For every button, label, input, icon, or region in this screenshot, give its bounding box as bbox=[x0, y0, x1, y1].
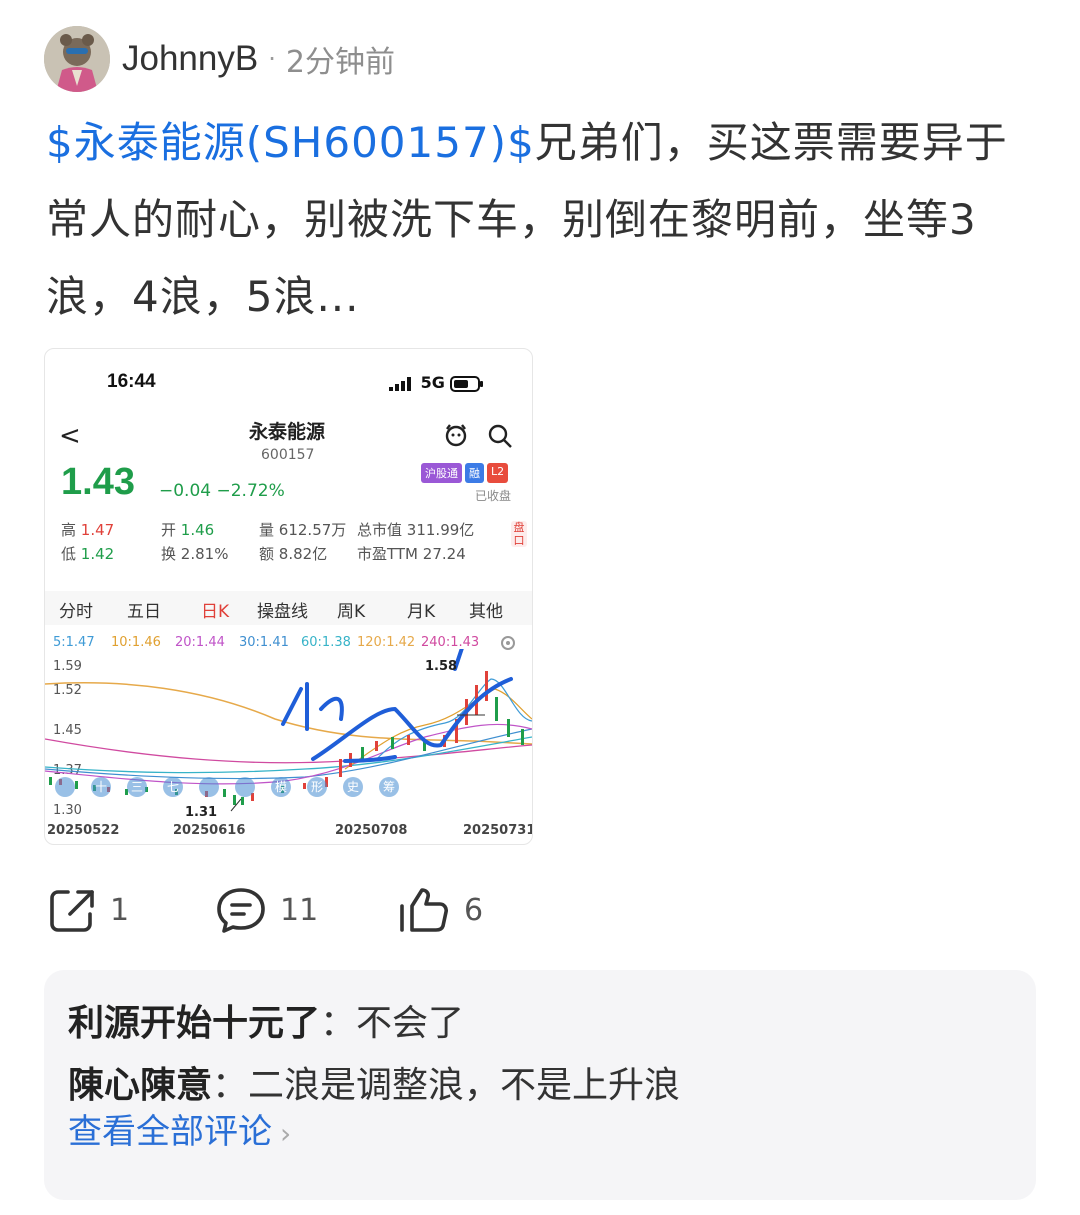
badge: 融 bbox=[465, 463, 484, 483]
like-button[interactable]: 6 bbox=[398, 880, 483, 940]
stock-tag-link[interactable]: $永泰能源(SH600157)$ bbox=[46, 118, 535, 167]
comment-button[interactable]: 11 bbox=[216, 880, 318, 940]
view-all-comments-link[interactable]: 查看全部评论 › bbox=[68, 1104, 291, 1153]
tool-dot[interactable]: 七 bbox=[163, 777, 183, 797]
ma-label: 30:1.41 bbox=[239, 635, 289, 650]
signal-icon bbox=[389, 376, 411, 391]
view-all-label: 查看全部评论 bbox=[68, 1112, 272, 1152]
like-count: 6 bbox=[464, 892, 484, 928]
x-tick: 20250708 bbox=[335, 823, 408, 838]
tool-dot[interactable]: 模 bbox=[271, 777, 291, 797]
tool-dot[interactable] bbox=[235, 777, 255, 797]
tab-intraday[interactable]: 分时 bbox=[59, 597, 93, 622]
comment-text: ：二浪是调整浪，不是上升浪 bbox=[212, 1065, 681, 1106]
stat-pe: 市盈TTM 27.24 bbox=[357, 545, 466, 563]
stat-volume: 量 612.57万 bbox=[259, 521, 347, 539]
stock-change: −0.04 −2.72% bbox=[159, 481, 285, 501]
tab-five-day[interactable]: 五日 bbox=[127, 597, 161, 622]
tool-dot[interactable] bbox=[199, 777, 219, 797]
tool-dot[interactable]: 形 bbox=[307, 777, 327, 797]
tab-weekly-k[interactable]: 周K bbox=[337, 597, 365, 622]
tool-dot[interactable]: 十 bbox=[91, 777, 111, 797]
tool-dot[interactable]: 史 bbox=[343, 777, 363, 797]
separator-dot: · bbox=[268, 45, 276, 73]
comment-user[interactable]: 陳心陳意 bbox=[68, 1065, 212, 1106]
tab-daily-k[interactable]: 日K bbox=[201, 597, 229, 622]
chart-tool-strip: 十 三 七 模 形 史 筹 bbox=[55, 777, 399, 797]
badge: L2 bbox=[487, 463, 509, 483]
avatar[interactable] bbox=[44, 26, 110, 92]
comment-preview: 利源开始十元了：不会了 陳心陳意：二浪是调整浪，不是上升浪 查看全部评论 › bbox=[44, 970, 1036, 1200]
share-button[interactable]: 1 bbox=[48, 880, 129, 940]
comment-item[interactable]: 利源开始十元了：不会了 bbox=[68, 994, 464, 1046]
ma-label: 20:1.44 bbox=[175, 635, 225, 650]
stat-low: 低 1.42 bbox=[61, 545, 115, 563]
post-time: 2分钟前 bbox=[285, 45, 395, 80]
x-tick: 20250616 bbox=[173, 823, 246, 838]
x-tick: 20250731 bbox=[463, 823, 533, 838]
stat-open: 开 1.46 bbox=[161, 521, 215, 539]
tool-dot[interactable]: 三 bbox=[127, 777, 147, 797]
tab-other[interactable]: 其他 bbox=[469, 597, 503, 622]
status-clock: 16:44 bbox=[107, 371, 156, 392]
ma-label: 240:1.43 bbox=[421, 635, 480, 650]
post-image[interactable]: 16:44 5G < 永泰能源 600157 1.43 −0.04 −2.72%… bbox=[44, 348, 533, 845]
back-button[interactable]: < bbox=[59, 421, 81, 451]
tool-dot[interactable] bbox=[55, 777, 75, 797]
comment-count: 11 bbox=[280, 892, 319, 928]
market-status: 已收盘 bbox=[475, 489, 512, 503]
stat-market-cap: 总市值 311.99亿 bbox=[357, 521, 475, 539]
ma-label: 10:1.46 bbox=[111, 635, 161, 650]
ma-label: 5:1.47 bbox=[53, 635, 95, 650]
status-network: 5G bbox=[389, 373, 484, 392]
chart-tabs: 分时 五日 日K 操盘线 周K 月K 其他 bbox=[45, 591, 532, 625]
post-header: JohnnyB · 2分钟前 bbox=[44, 26, 395, 92]
network-label: 5G bbox=[420, 373, 445, 392]
post-body: $永泰能源(SH600157)$兄弟们，买这票需要异于常人的耐心，别被洗下车，别… bbox=[46, 104, 1036, 335]
pig-icon[interactable] bbox=[443, 423, 469, 451]
stock-price: 1.43 bbox=[61, 461, 135, 503]
stat-turnover: 换 2.81% bbox=[161, 545, 229, 563]
tool-dot[interactable]: 筹 bbox=[379, 777, 399, 797]
tab-trade-line[interactable]: 操盘线 bbox=[257, 597, 308, 622]
avatar-icon bbox=[44, 26, 110, 92]
badge: 沪股通 bbox=[421, 463, 462, 483]
ma-label: 60:1.38 bbox=[301, 635, 351, 650]
author-name[interactable]: JohnnyB bbox=[122, 39, 258, 79]
x-tick: 20250522 bbox=[47, 823, 120, 838]
high-marker: 1.58 bbox=[425, 659, 458, 674]
stat-high: 高 1.47 bbox=[61, 521, 115, 539]
comment-text: ：不会了 bbox=[320, 1003, 465, 1044]
orderbook-side-tab[interactable]: 盘口 bbox=[511, 521, 527, 547]
market-badges: 沪股通 融 L2 bbox=[421, 463, 509, 483]
battery-icon bbox=[450, 375, 484, 392]
comment-user[interactable]: 利源开始十元了 bbox=[68, 1003, 320, 1044]
comment-item[interactable]: 陳心陳意：二浪是调整浪，不是上升浪 bbox=[68, 1056, 680, 1108]
stat-amount: 额 8.82亿 bbox=[259, 545, 328, 563]
low-marker: 1.31 bbox=[185, 805, 218, 820]
share-icon bbox=[50, 890, 94, 932]
comment-icon bbox=[217, 888, 265, 933]
stock-name: 永泰能源 bbox=[249, 421, 326, 443]
tab-monthly-k[interactable]: 月K bbox=[407, 597, 435, 622]
chevron-right-icon: › bbox=[280, 1117, 292, 1150]
search-icon[interactable] bbox=[487, 423, 513, 453]
ma-label: 120:1.42 bbox=[357, 635, 416, 650]
stock-code: 600157 bbox=[261, 447, 315, 463]
share-count: 1 bbox=[110, 892, 130, 928]
thumbs-up-icon bbox=[400, 888, 448, 932]
